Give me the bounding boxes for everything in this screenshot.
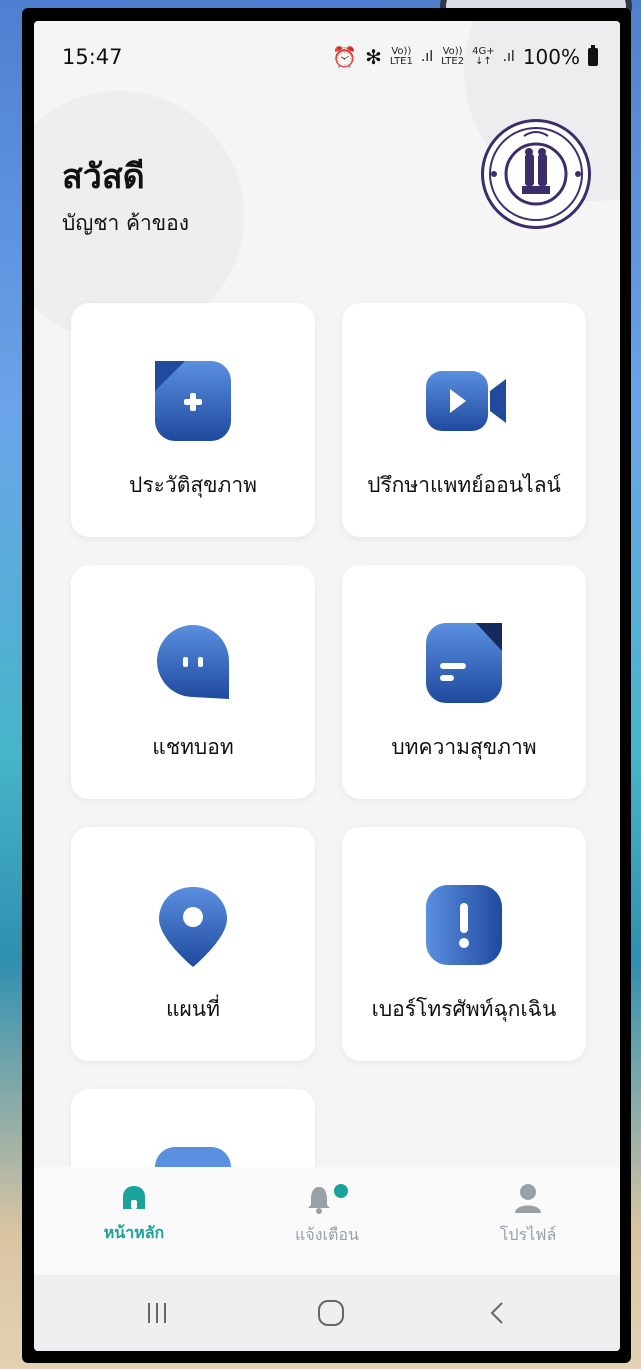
recent-apps-button[interactable]: [128, 1291, 188, 1335]
battery-percent: 100%: [522, 45, 580, 69]
partial-icon: [155, 1147, 231, 1167]
status-icons: ⏰ ✻ Vo)) LTE1 .ıl Vo)) LTE2 4G+ ↓↑ .ıl 1…: [332, 45, 598, 69]
menu-card-label: แผนที่: [165, 997, 221, 1021]
nav-home[interactable]: หน้าหลัก: [64, 1183, 204, 1246]
home-icon: [123, 1186, 145, 1209]
article-icon: [426, 623, 502, 703]
signal-icon: .ıl: [502, 49, 515, 65]
menu-card-label: แชทบอท: [152, 735, 234, 759]
organization-seal-logo: [481, 119, 591, 229]
home-system-button[interactable]: [301, 1291, 361, 1335]
nav-profile[interactable]: โปรไฟล์: [458, 1183, 598, 1248]
app-screen: 15:47 ⏰ ✻ Vo)) LTE1 .ıl Vo)) LTE2 4G+ ↓↑…: [34, 21, 620, 1351]
home-circle-icon: [318, 1300, 344, 1326]
bluetooth-icon: ✻: [365, 45, 382, 69]
bottom-navigation: หน้าหลัก แจ้งเตือน โปรไฟล์: [34, 1167, 620, 1275]
alarm-icon: ⏰: [332, 45, 358, 69]
nav-notifications[interactable]: แจ้งเตือน: [257, 1183, 397, 1248]
menu-grid[interactable]: ประวัติสุขภาพ ปรึกษาแพทย์ออนไลน์ แชทบอท …: [34, 281, 620, 1167]
signal-icon: .ıl: [420, 49, 434, 65]
menu-card-map[interactable]: แผนที่: [71, 827, 315, 1061]
menu-card-emergency-numbers[interactable]: เบอร์โทรศัพท์ฉุกเฉิน: [342, 827, 586, 1061]
bell-icon: [308, 1184, 348, 1214]
network-indicator-1: Vo)) LTE1: [389, 46, 413, 67]
chatbot-icon: [155, 623, 231, 703]
nav-profile-label: โปรไฟล์: [499, 1225, 557, 1244]
menu-card-online-consult[interactable]: ปรึกษาแพทย์ออนไลน์: [342, 303, 586, 537]
greeting-title: สวัสดี: [62, 157, 145, 197]
recent-apps-icon: [148, 1303, 166, 1323]
menu-card-label: บทความสุขภาพ: [391, 735, 537, 759]
medical-history-icon: [155, 361, 231, 441]
status-bar: 15:47 ⏰ ✻ Vo)) LTE1 .ıl Vo)) LTE2 4G+ ↓↑…: [34, 21, 620, 83]
battery-icon: [588, 45, 598, 66]
menu-card-health-articles[interactable]: บทความสุขภาพ: [342, 565, 586, 799]
video-call-icon: [426, 361, 506, 441]
nav-notifications-label: แจ้งเตือน: [295, 1225, 359, 1244]
emergency-icon: [426, 885, 502, 965]
menu-card-label: ปรึกษาแพทย์ออนไลน์: [367, 473, 561, 497]
nav-home-label: หน้าหลัก: [103, 1223, 165, 1242]
network-indicator-3: 4G+ ↓↑: [472, 46, 495, 67]
menu-card-label: เบอร์โทรศัพท์ฉุกเฉิน: [371, 997, 557, 1021]
menu-card-label: ประวัติสุขภาพ: [129, 473, 257, 497]
menu-card-health-history[interactable]: ประวัติสุขภาพ: [71, 303, 315, 537]
back-chevron-icon: [490, 1302, 503, 1324]
user-icon: [515, 1184, 541, 1213]
user-name: บัญชา ค้าของ: [62, 211, 190, 235]
status-time: 15:47: [62, 45, 123, 69]
map-pin-icon: [155, 885, 231, 967]
system-navigation-bar: [34, 1275, 620, 1351]
back-button[interactable]: [468, 1291, 528, 1335]
menu-card-chatbot[interactable]: แชทบอท: [71, 565, 315, 799]
menu-card-partial[interactable]: [71, 1089, 315, 1167]
network-indicator-2: Vo)) LTE2: [441, 46, 465, 67]
